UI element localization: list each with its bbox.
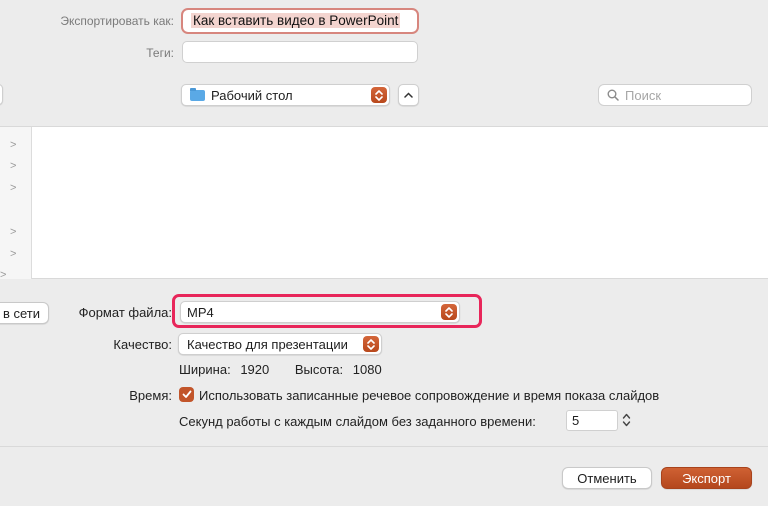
timing-checkbox-label[interactable]: Использовать записанные речевое сопровож… bbox=[199, 388, 659, 403]
checkmark-icon bbox=[182, 390, 191, 398]
search-field[interactable]: Поиск bbox=[598, 84, 752, 106]
network-button[interactable]: в сети bbox=[0, 302, 49, 324]
quality-value: Качество для презентации bbox=[187, 337, 348, 352]
seconds-input[interactable]: 5 bbox=[566, 410, 618, 431]
file-browser-sidebar: > > > > > > bbox=[0, 126, 32, 281]
footer-divider bbox=[0, 446, 768, 447]
tags-field[interactable] bbox=[182, 41, 418, 63]
updown-icon bbox=[441, 304, 457, 320]
export-name-field[interactable]: Как вставить видео в PowerPoint bbox=[181, 8, 419, 34]
chevron-right-icon[interactable]: > bbox=[10, 160, 16, 172]
seconds-label: Секунд работы с каждым слайдом без задан… bbox=[179, 414, 536, 429]
chevron-right-icon[interactable]: > bbox=[10, 226, 16, 238]
chevron-right-icon[interactable]: > bbox=[10, 248, 16, 260]
stepper-arrows-icon bbox=[622, 413, 631, 427]
timing-checkbox[interactable] bbox=[179, 387, 194, 402]
quality-popup[interactable]: Качество для презентации bbox=[178, 333, 382, 355]
expand-toggle-button[interactable] bbox=[398, 84, 419, 106]
chevron-right-icon[interactable]: > bbox=[10, 182, 16, 194]
chevron-up-icon bbox=[404, 92, 413, 98]
dimensions-row: Ширина: 1920 Высота: 1080 bbox=[179, 362, 382, 377]
network-button-label: в сети bbox=[2, 305, 40, 321]
export-button[interactable]: Экспорт bbox=[661, 467, 752, 489]
search-placeholder: Поиск bbox=[625, 88, 662, 103]
quality-label: Качество: bbox=[113, 337, 172, 352]
seconds-value: 5 bbox=[572, 413, 580, 428]
height-label: Высота: bbox=[294, 362, 344, 377]
seconds-stepper[interactable] bbox=[620, 409, 633, 431]
cancel-button-label: Отменить bbox=[577, 470, 637, 486]
export-button-label: Экспорт bbox=[682, 470, 731, 486]
tags-label: Теги: bbox=[146, 46, 174, 60]
width-label: Ширина: bbox=[179, 362, 231, 377]
format-label: Формат файла: bbox=[78, 305, 172, 320]
file-browser-pane[interactable] bbox=[32, 126, 768, 279]
nav-button-edge[interactable] bbox=[0, 84, 3, 105]
location-popup[interactable]: Рабочий стол bbox=[181, 84, 390, 106]
location-value: Рабочий стол bbox=[211, 88, 293, 103]
magnifier-icon bbox=[607, 89, 619, 101]
chevron-right-icon[interactable]: > bbox=[0, 269, 6, 281]
export-name-text: Как вставить видео в PowerPoint bbox=[191, 13, 401, 28]
format-value: MP4 bbox=[187, 305, 214, 320]
folder-icon-tab bbox=[190, 88, 196, 91]
chevron-right-icon[interactable]: > bbox=[10, 139, 16, 151]
timing-label: Время: bbox=[129, 388, 172, 403]
folder-icon bbox=[190, 90, 205, 101]
width-value: 1920 bbox=[240, 362, 270, 377]
updown-icon bbox=[371, 87, 387, 103]
export-as-label: Экспортировать как: bbox=[60, 14, 174, 28]
cancel-button[interactable]: Отменить bbox=[562, 467, 652, 489]
updown-icon bbox=[363, 336, 379, 352]
height-value: 1080 bbox=[352, 362, 382, 377]
format-popup[interactable]: MP4 bbox=[180, 301, 460, 323]
